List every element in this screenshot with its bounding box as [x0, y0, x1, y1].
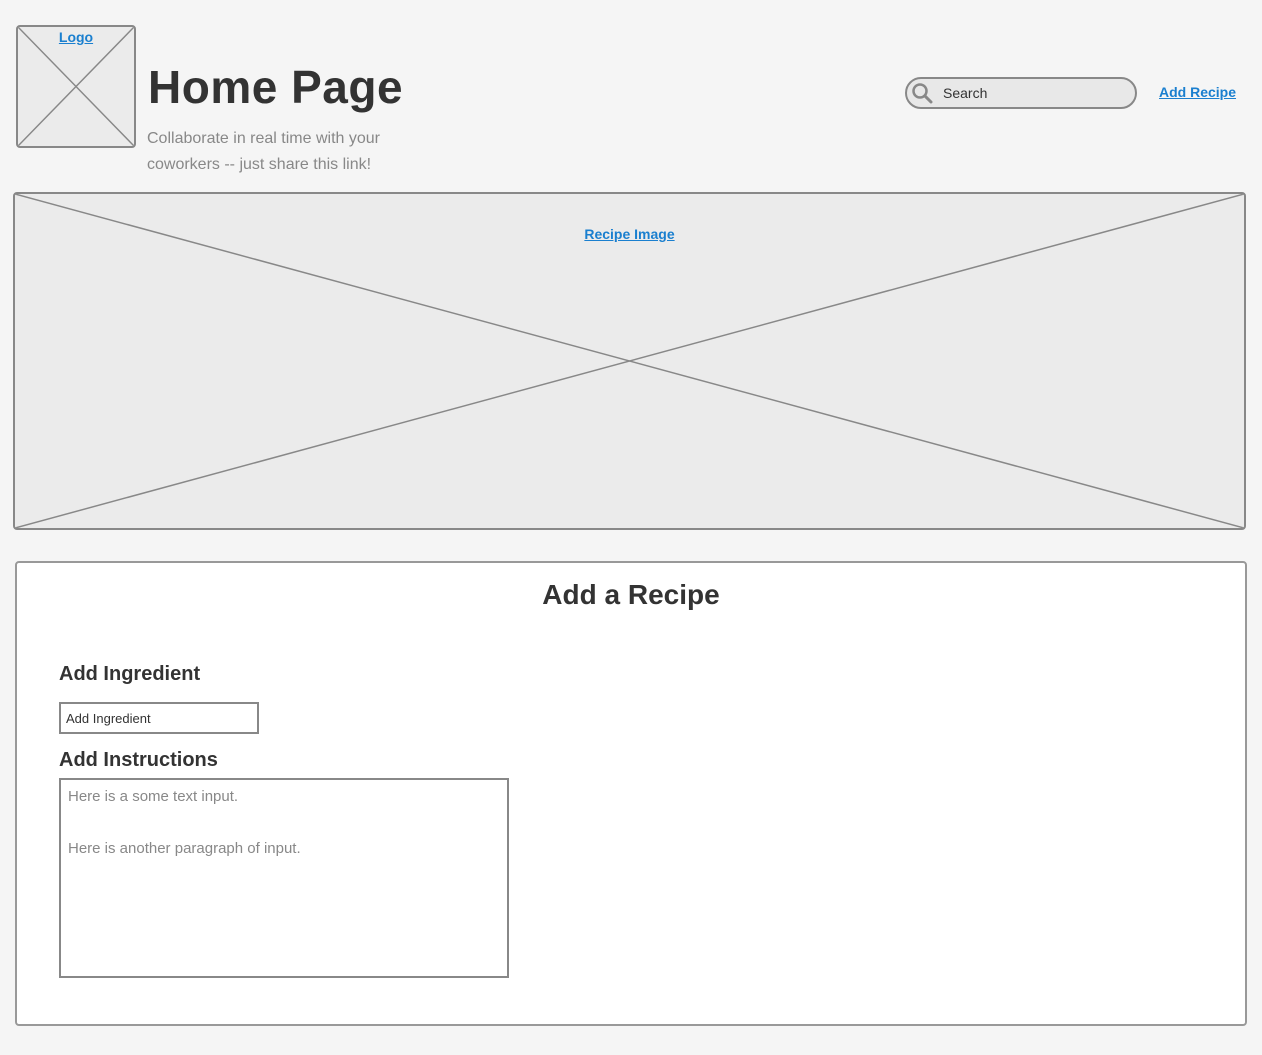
add-recipe-link[interactable]: Add Recipe: [1159, 84, 1236, 100]
instructions-label: Add Instructions: [59, 749, 218, 771]
add-recipe-panel: Add a Recipe Add Ingredient Add Instruct…: [15, 561, 1247, 1026]
page-subtitle: Collaborate in real time with your cowor…: [147, 130, 380, 173]
search-input[interactable]: [943, 85, 1123, 101]
search-icon: [912, 83, 933, 104]
recipe-image-placeholder: Recipe Image: [13, 192, 1246, 530]
panel-title: Add a Recipe: [542, 579, 720, 610]
instructions-paragraph: Here is another paragraph of input.: [68, 840, 301, 857]
recipe-image-link[interactable]: Recipe Image: [15, 226, 1244, 242]
placeholder-cross-icon: [15, 194, 1244, 528]
search-box[interactable]: [905, 77, 1137, 109]
instructions-textarea[interactable]: Here is a some text input. Here is anoth…: [59, 778, 509, 978]
ingredient-label: Add Ingredient: [59, 663, 201, 685]
page-title: Home Page: [148, 61, 404, 113]
instructions-paragraph: Here is a some text input.: [68, 788, 239, 805]
ingredient-input[interactable]: [59, 702, 259, 734]
logo-placeholder: Logo: [16, 25, 136, 148]
logo-link[interactable]: Logo: [18, 29, 134, 45]
